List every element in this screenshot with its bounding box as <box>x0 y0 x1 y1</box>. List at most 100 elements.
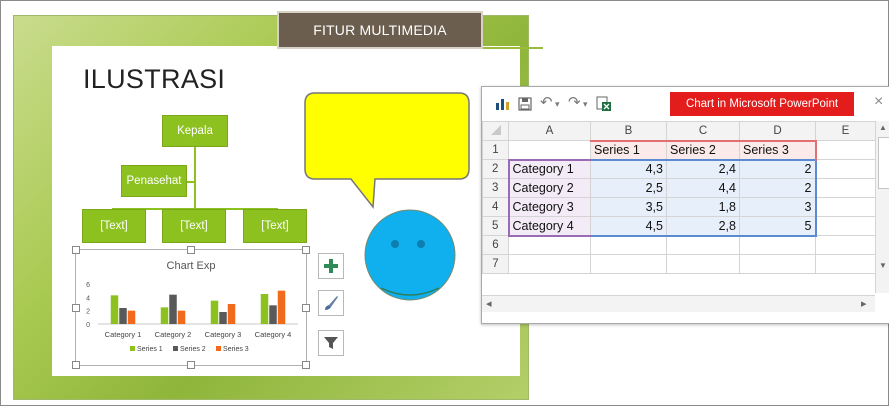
scroll-left-icon[interactable]: ◂ <box>486 297 492 310</box>
speech-bubble-shape[interactable] <box>301 89 473 213</box>
sheet-cell[interactable]: 2 <box>739 178 817 198</box>
horizontal-scrollbar[interactable]: ◂ ▸ <box>482 295 875 312</box>
sheet-cell[interactable]: 2 <box>739 158 817 179</box>
sheet-cell[interactable]: Category 1 <box>507 158 591 179</box>
sheet-cell[interactable]: 4,5 <box>590 216 667 237</box>
resize-handle[interactable] <box>72 246 80 254</box>
chart-filters-button[interactable] <box>318 330 344 356</box>
sheet-cell[interactable] <box>815 254 876 274</box>
sheet-row: 5 Category 4 4,5 2,8 5 <box>482 216 876 237</box>
sheet-cell[interactable]: Series 3 <box>739 139 817 160</box>
row-header[interactable]: 2 <box>482 159 509 179</box>
sheet-cell[interactable] <box>815 159 876 179</box>
sheet-cell[interactable] <box>590 235 667 255</box>
sheet-cell[interactable]: 3 <box>739 197 817 217</box>
scroll-up-icon[interactable]: ▲ <box>879 123 887 132</box>
smiley-eye-right <box>417 240 425 248</box>
scroll-down-icon[interactable]: ▼ <box>879 261 887 270</box>
edit-in-excel-icon[interactable] <box>596 96 612 112</box>
column-header[interactable]: A <box>508 121 591 141</box>
chart-bar <box>260 294 269 324</box>
sheet-cell[interactable] <box>815 197 876 217</box>
save-icon[interactable] <box>518 97 532 111</box>
sheet-cell[interactable] <box>508 235 591 255</box>
sheet-cell[interactable]: 1,8 <box>666 197 740 217</box>
sheet-cell[interactable] <box>815 140 876 160</box>
resize-handle[interactable] <box>72 361 80 369</box>
sheet-row: 2 Category 1 4,3 2,4 2 <box>482 158 876 179</box>
sheet-cell[interactable]: 4,4 <box>666 178 740 198</box>
sheet-cell[interactable]: Series 2 <box>666 139 740 160</box>
undo-dropdown-icon[interactable]: ▾ <box>555 99 560 110</box>
sheet-cell[interactable]: Series 1 <box>590 139 667 160</box>
scroll-thumb[interactable] <box>878 137 889 189</box>
sheet-cell[interactable] <box>666 235 740 255</box>
sheet-cell[interactable] <box>815 216 876 236</box>
sheet-cell[interactable] <box>666 254 740 274</box>
sheet-cell[interactable] <box>739 235 816 255</box>
resize-handle[interactable] <box>302 246 310 254</box>
sheet-grid[interactable]: A B C D E 1 Series 1 Series 2 Series 3 2… <box>482 121 876 274</box>
resize-handle[interactable] <box>302 304 310 312</box>
org-box-child[interactable]: [Text] <box>162 209 226 243</box>
sheet-cell[interactable] <box>590 254 667 274</box>
y-tick-label: 6 <box>86 282 90 289</box>
sheet-cell[interactable] <box>508 140 591 160</box>
column-header[interactable]: D <box>739 121 816 141</box>
sheet-cell[interactable]: Category 3 <box>507 197 591 217</box>
sheet-cell[interactable]: Category 4 <box>507 216 591 237</box>
resize-handle[interactable] <box>302 361 310 369</box>
chart-styles-button[interactable] <box>318 290 344 316</box>
redo-dropdown-icon[interactable]: ▾ <box>583 99 588 110</box>
scroll-right-icon[interactable]: ▸ <box>861 297 867 310</box>
chart-bar <box>269 305 277 324</box>
sheet-cell[interactable]: 2,4 <box>666 158 740 179</box>
row-header[interactable]: 4 <box>482 197 509 217</box>
column-header[interactable]: B <box>590 121 667 141</box>
window-title: Chart in Microsoft PowerPoint <box>670 92 854 116</box>
row-header[interactable]: 1 <box>482 140 509 160</box>
sheet-cell[interactable]: 2,5 <box>590 178 667 198</box>
undo-icon[interactable]: ↶ <box>540 93 553 111</box>
row-header[interactable]: 7 <box>482 254 509 274</box>
resize-handle[interactable] <box>72 304 80 312</box>
resize-handle[interactable] <box>187 246 195 254</box>
chart-data-window[interactable]: ↶ ▾ ↷ ▾ Chart in Microsoft PowerPoint × … <box>481 86 889 324</box>
x-tick-label: Category 4 <box>255 330 292 339</box>
chart-bar <box>169 294 177 324</box>
sheet-row: 7 <box>482 254 876 274</box>
row-header[interactable]: 3 <box>482 178 509 198</box>
banner-title[interactable]: FITUR MULTIMEDIA <box>277 11 483 49</box>
chart-elements-button[interactable] <box>318 253 344 279</box>
org-box-top[interactable]: Kepala <box>162 115 228 147</box>
sheet-cell[interactable] <box>508 254 591 274</box>
select-all-corner[interactable] <box>482 121 509 141</box>
sheet-cell[interactable]: 2,8 <box>666 216 740 237</box>
redo-icon[interactable]: ↷ <box>568 93 581 111</box>
resize-handle[interactable] <box>187 361 195 369</box>
smiley-face-shape[interactable] <box>363 208 457 302</box>
org-box-assistant[interactable]: Penasehat <box>121 165 187 197</box>
spreadsheet-table[interactable]: A B C D E 1 Series 1 Series 2 Series 3 2… <box>482 121 876 274</box>
sheet-cell[interactable]: 3,5 <box>590 197 667 217</box>
sheet-cell[interactable] <box>815 178 876 198</box>
banner-underline <box>483 47 543 49</box>
sheet-cell[interactable] <box>815 235 876 255</box>
org-box-child[interactable]: [Text] <box>82 209 146 243</box>
sheet-cell[interactable] <box>739 254 816 274</box>
row-header[interactable]: 6 <box>482 235 509 255</box>
slide-title[interactable]: ILUSTRASI <box>83 64 225 95</box>
sheet-cell[interactable]: 5 <box>739 216 817 237</box>
row-header[interactable]: 5 <box>482 216 509 236</box>
sheet-cell[interactable]: 4,3 <box>590 158 667 179</box>
column-header[interactable]: E <box>815 121 876 141</box>
legend-label: Series 3 <box>223 346 249 353</box>
sheet-cell[interactable]: Category 2 <box>507 178 591 198</box>
close-icon[interactable]: × <box>874 93 883 111</box>
legend-label: Series 2 <box>180 346 206 353</box>
embedded-chart[interactable]: Chart Exp 6 4 2 0 Category 1 Category 2 Categor… <box>75 249 307 366</box>
column-header[interactable]: C <box>666 121 740 141</box>
vertical-scrollbar[interactable]: ▲ ▼ <box>875 121 889 293</box>
legend-swatch <box>173 346 178 351</box>
org-box-child[interactable]: [Text] <box>243 209 307 243</box>
